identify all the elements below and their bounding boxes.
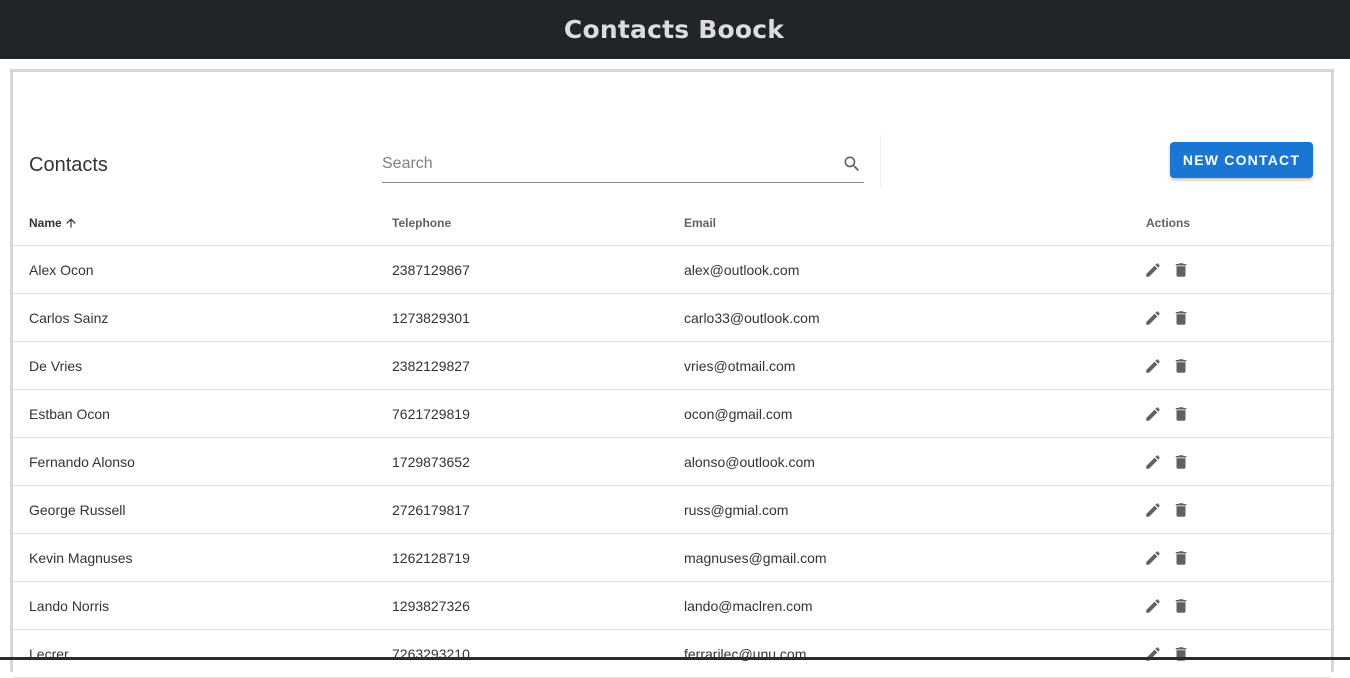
cell-telephone: 2382129827	[392, 358, 470, 374]
cell-email: carlo33@outlook.com	[684, 310, 820, 326]
cell-name: Alex Ocon	[29, 262, 94, 278]
trash-icon[interactable]	[1172, 357, 1190, 375]
contacts-card: Contacts NEW CONTACT Name Telephone Emai…	[13, 102, 1331, 678]
cell-name: Estban Ocon	[29, 406, 110, 422]
search-icon[interactable]	[842, 154, 862, 174]
pencil-icon[interactable]	[1144, 309, 1162, 327]
table-row[interactable]: Kevin Magnuses 1262128719 magnuses@gmail.c…	[13, 534, 1331, 582]
table-row[interactable]: Estban Ocon 7621729819 ocon@gmail.com	[13, 390, 1331, 438]
column-header-name-label: Name	[29, 216, 62, 230]
pencil-icon[interactable]	[1144, 261, 1162, 279]
cell-telephone: 1262128719	[392, 550, 470, 566]
new-contact-button[interactable]: NEW CONTACT	[1170, 142, 1313, 178]
cell-name: Carlos Sainz	[29, 310, 109, 326]
column-header-name[interactable]: Name	[29, 216, 78, 230]
cell-name: Fernando Alonso	[29, 454, 135, 470]
trash-icon[interactable]	[1172, 405, 1190, 423]
table-row[interactable]: Carlos Sainz 1273829301 carlo33@outlook.co…	[13, 294, 1331, 342]
trash-icon[interactable]	[1172, 261, 1190, 279]
cell-name: George Russell	[29, 502, 126, 518]
cell-telephone: 2387129867	[392, 262, 470, 278]
contacts-frame: Contacts NEW CONTACT Name Telephone Emai…	[10, 69, 1334, 678]
column-header-actions: Actions	[1146, 216, 1191, 230]
app-bar: Contacts Boock	[0, 0, 1350, 59]
pencil-icon[interactable]	[1144, 453, 1162, 471]
pencil-icon[interactable]	[1144, 501, 1162, 519]
search-field[interactable]	[382, 146, 864, 183]
pencil-icon[interactable]	[1144, 357, 1162, 375]
pencil-icon[interactable]	[1144, 549, 1162, 567]
trash-icon[interactable]	[1172, 309, 1190, 327]
app-title: Contacts Boock	[563, 15, 785, 44]
trash-icon[interactable]	[1172, 597, 1190, 615]
table-row[interactable]: Lando Norris 1293827326 lando@maclren.com	[13, 582, 1331, 630]
cell-telephone: 7621729819	[392, 406, 470, 422]
cell-email: vries@otmail.com	[684, 358, 796, 374]
cell-telephone: 1273829301	[392, 310, 470, 326]
trash-icon[interactable]	[1172, 549, 1190, 567]
toolbar-divider	[880, 135, 881, 187]
table-row[interactable]: Alex Ocon 2387129867 alex@outlook.com	[13, 246, 1331, 294]
table-row[interactable]: Lecrer 7263293210 ferrarilec@unu.com	[13, 630, 1331, 678]
search-input[interactable]	[382, 152, 822, 176]
column-header-telephone[interactable]: Telephone	[392, 216, 451, 230]
cell-name: De Vries	[29, 358, 83, 374]
table-header: Name Telephone Email Actions	[13, 203, 1331, 246]
trash-icon[interactable]	[1172, 453, 1190, 471]
table-row[interactable]: De Vries 2382129827 vries@otmail.com	[13, 342, 1331, 390]
cell-email: alonso@outlook.com	[684, 454, 815, 470]
cell-name: Lando Norris	[29, 598, 110, 614]
trash-icon[interactable]	[1172, 645, 1190, 663]
cell-email: ocon@gmail.com	[684, 406, 793, 422]
cell-telephone: 2726179817	[392, 502, 470, 518]
cell-email: alex@outlook.com	[684, 262, 800, 278]
cell-email: lando@maclren.com	[684, 598, 813, 614]
trash-icon[interactable]	[1172, 501, 1190, 519]
table-row[interactable]: George Russell 2726179817 russ@gmial.com	[13, 486, 1331, 534]
pencil-icon[interactable]	[1144, 405, 1162, 423]
pencil-icon[interactable]	[1144, 645, 1162, 663]
table-row[interactable]: Fernando Alonso 1729873652 alonso@outlook.…	[13, 438, 1331, 486]
cell-email: russ@gmial.com	[684, 502, 789, 518]
cell-telephone: 1729873652	[392, 454, 470, 470]
cell-email: magnuses@gmail.com	[684, 550, 827, 566]
arrow-up-icon[interactable]	[64, 216, 78, 230]
pencil-icon[interactable]	[1144, 597, 1162, 615]
table-title: Contacts	[29, 154, 108, 176]
cell-telephone: 1293827326	[392, 598, 470, 614]
cell-name: Kevin Magnuses	[29, 550, 133, 566]
column-header-email[interactable]: Email	[684, 216, 716, 230]
